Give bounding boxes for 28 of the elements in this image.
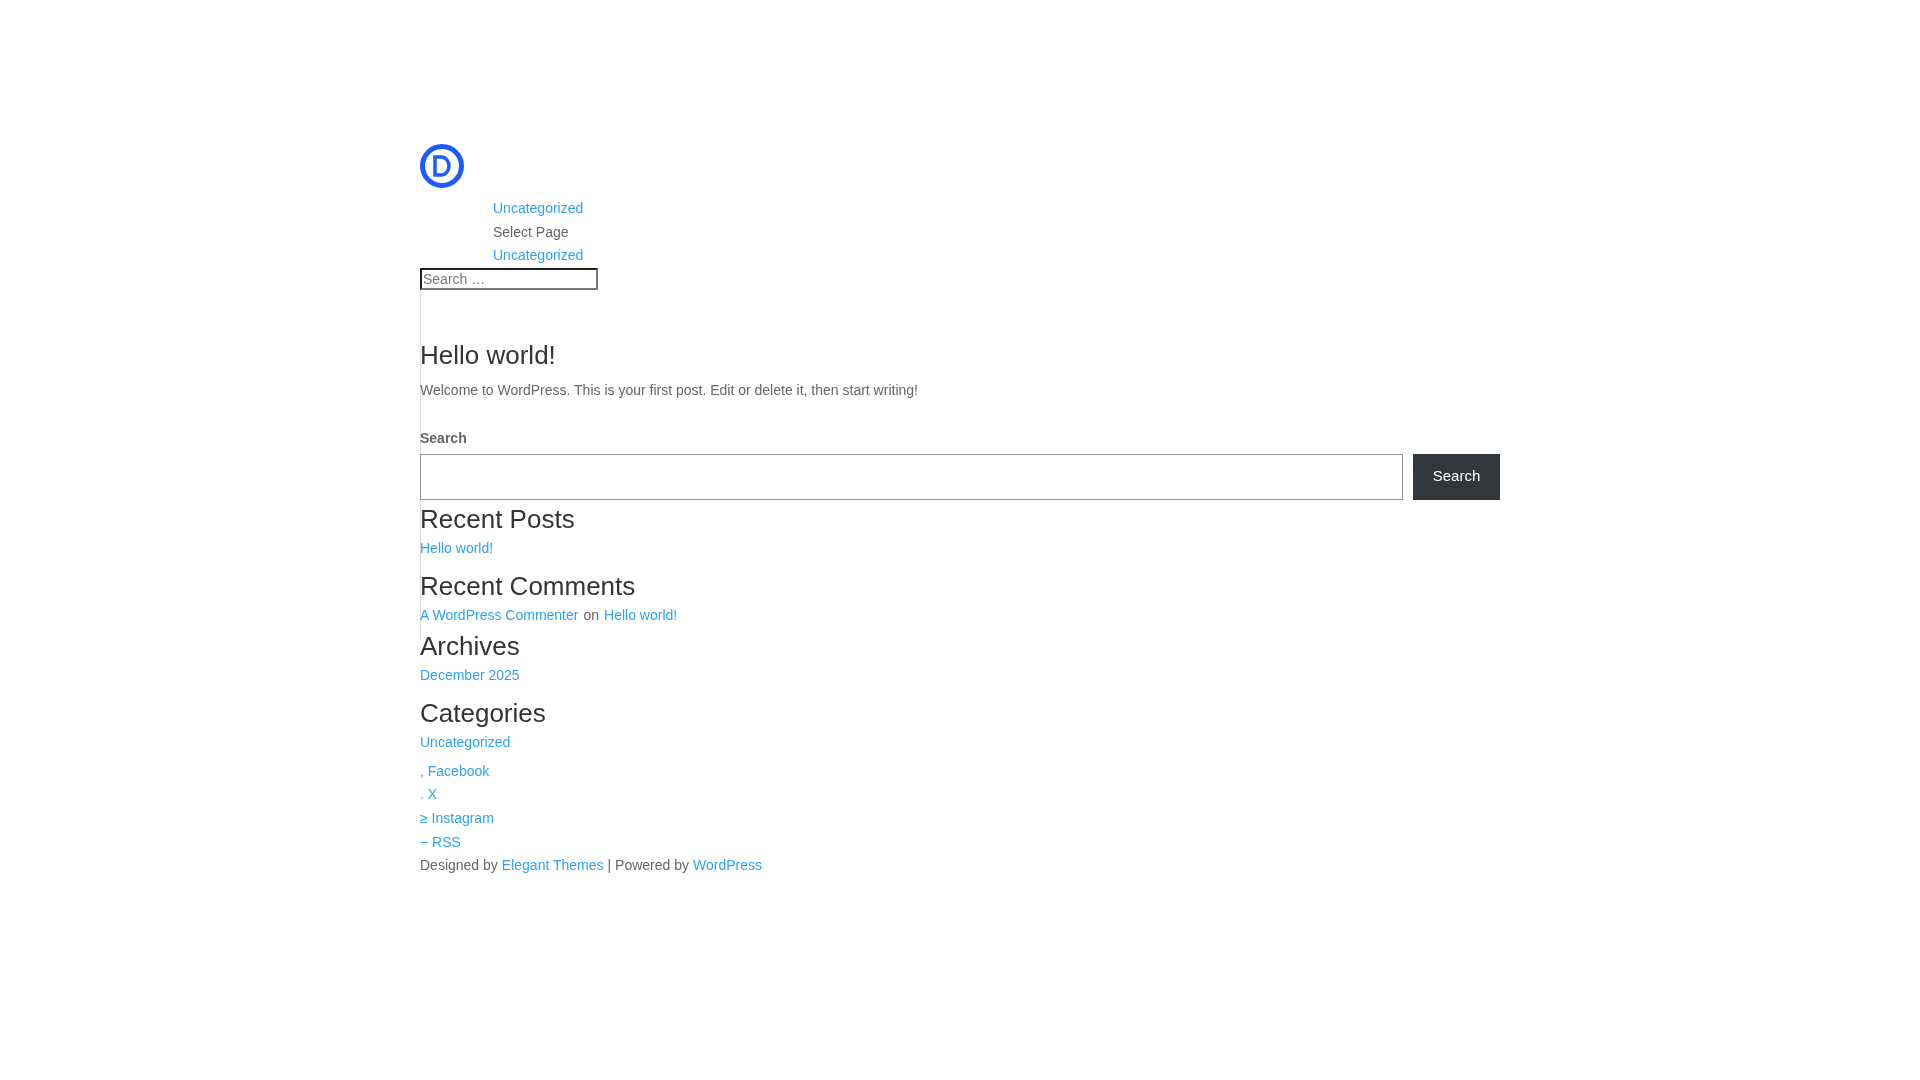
wordpress-link[interactable]: WordPress [693,854,762,878]
widget-title: Recent Comments [420,569,637,602]
search-label: Search [420,428,468,448]
designed-by-text: Designed by [420,856,498,876]
post-title[interactable]: Hello world! [420,339,1500,370]
social-link[interactable]: . X [420,783,438,807]
social-link[interactable]: , Facebook [420,759,490,784]
post-excerpt: Welcome to WordPress. This is your first post. Edit or delete it, then start writing! [420,380,919,400]
category-link[interactable]: Uncategorized [493,197,584,221]
search-field[interactable]: Search … [420,267,598,290]
select-page-label[interactable]: Select Page [493,220,569,244]
widget-title: Recent Posts [420,502,576,535]
powered-by-text: | Powered by [607,856,689,876]
social-link[interactable]: ≥ Instagram [420,806,494,831]
category-link[interactable]: Uncategorized [420,731,1500,753]
theme-link[interactable]: Elegant Themes [501,854,604,878]
logo-icon[interactable] [420,144,464,188]
post-link[interactable]: Hello world! [604,604,678,626]
post-link[interactable]: Hello world! [420,537,1500,559]
on-text: on [583,605,600,625]
archive-link[interactable]: December 2025 [420,664,1500,686]
social-link[interactable]: − RSS [420,830,461,855]
widget-title: Archives [420,629,521,662]
commenter-link[interactable]: A WordPress Commenter [420,604,579,626]
widget-title: Categories [420,696,547,729]
search-button[interactable]: Search [1413,453,1500,500]
category-link[interactable]: Uncategorized [493,244,584,268]
search-input[interactable] [420,453,1404,500]
